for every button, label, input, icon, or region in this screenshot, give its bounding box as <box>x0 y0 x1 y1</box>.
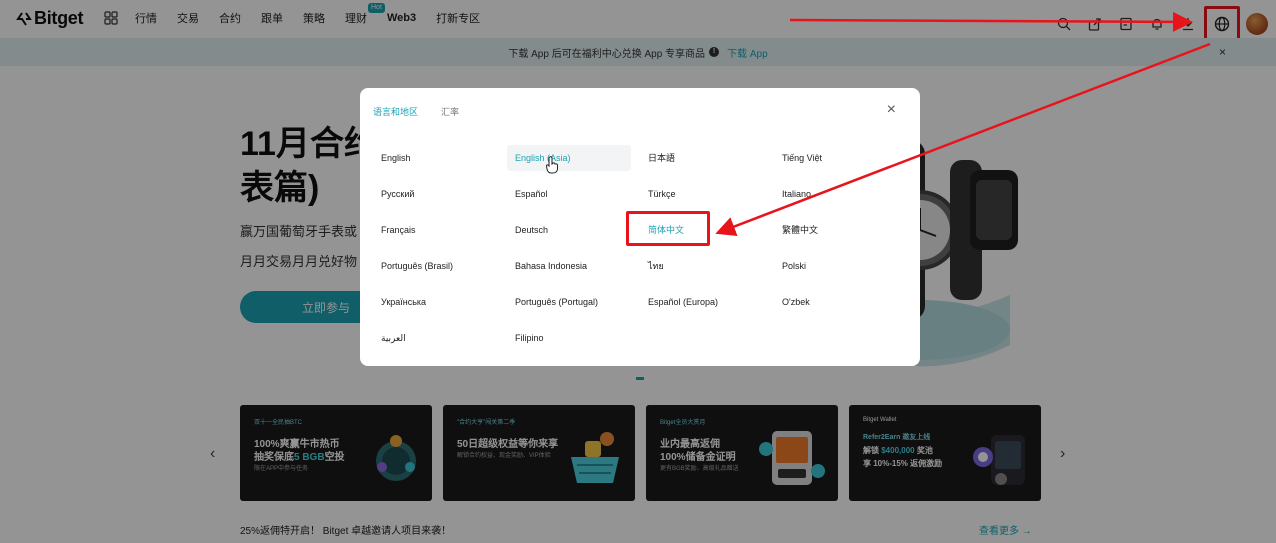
language-option[interactable]: 繁體中文 <box>774 217 898 243</box>
language-option[interactable]: Français <box>373 217 497 243</box>
language-option[interactable]: Português (Brasil) <box>373 253 497 279</box>
language-option-hovered[interactable]: English (Asia) <box>507 145 631 171</box>
language-option[interactable]: Polski <box>774 253 898 279</box>
language-option[interactable]: Español <box>507 181 631 207</box>
language-option[interactable]: Tiếng Việt <box>774 145 898 171</box>
language-option[interactable]: Українська <box>373 289 497 315</box>
language-option[interactable]: O'zbek <box>774 289 898 315</box>
language-option[interactable]: Filipino <box>507 325 631 351</box>
modal-close-icon[interactable]: × <box>887 101 896 119</box>
selected-language-highlight <box>626 211 710 246</box>
tab-exchange-rate[interactable]: 汇率 <box>441 105 459 118</box>
language-option[interactable]: Español (Europa) <box>640 289 764 315</box>
language-option[interactable]: Italiano <box>774 181 898 207</box>
language-option[interactable]: العربية <box>373 325 497 351</box>
language-option[interactable]: Deutsch <box>507 217 631 243</box>
language-option[interactable]: ไทย <box>640 253 764 279</box>
language-option[interactable]: Português (Portugal) <box>507 289 631 315</box>
language-option[interactable]: 日本語 <box>640 145 764 171</box>
language-option[interactable]: English <box>373 145 497 171</box>
tab-language-region[interactable]: 语言和地区 <box>373 105 418 118</box>
language-option[interactable]: Русский <box>373 181 497 207</box>
language-option[interactable]: Bahasa Indonesia <box>507 253 631 279</box>
language-option[interactable]: Türkçe <box>640 181 764 207</box>
hand-cursor-icon <box>545 156 558 174</box>
